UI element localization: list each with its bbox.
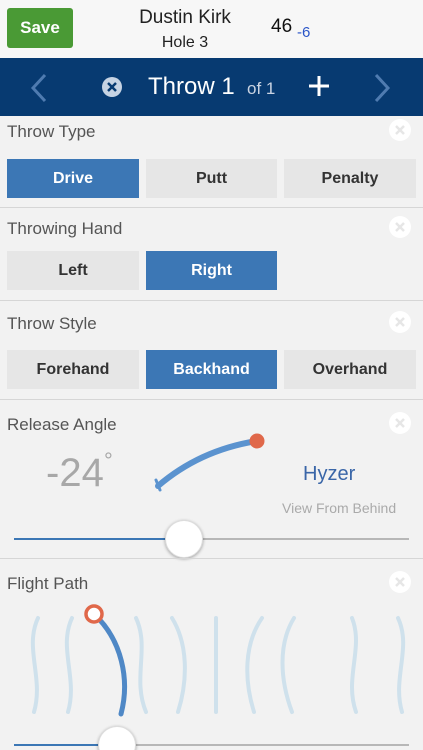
view-note: View From Behind <box>282 500 397 516</box>
release-angle-value: -24 <box>46 451 104 495</box>
throw-nav-bar: Throw 1 of 1 <box>0 58 423 116</box>
divider <box>0 399 423 400</box>
throw-title: Throw 1 <box>148 73 235 100</box>
chevron-right-icon[interactable] <box>367 68 397 108</box>
clear-icon[interactable] <box>388 215 412 239</box>
release-description: Hyzer <box>303 463 356 485</box>
clear-icon[interactable] <box>388 118 412 142</box>
flight-path-slider-track[interactable] <box>116 744 409 746</box>
hole-label: Hole 3 <box>161 34 209 51</box>
add-throw-icon[interactable] <box>305 72 333 100</box>
throw-style-backhand[interactable]: Backhand <box>146 350 277 389</box>
divider <box>0 300 423 301</box>
throw-count: of 1 <box>247 79 276 98</box>
release-angle-slider-fill <box>14 538 184 540</box>
save-button[interactable]: Save <box>7 8 73 48</box>
release-angle-slider-thumb[interactable] <box>164 520 203 558</box>
player-name: Dustin Kirk <box>139 7 231 28</box>
throwing-hand-label: Throwing Hand <box>7 219 123 238</box>
disc-angle-icon <box>154 433 265 492</box>
divider <box>0 558 423 559</box>
release-angle-slider-track[interactable] <box>183 538 409 540</box>
divider <box>0 207 423 208</box>
throw-style-forehand[interactable]: Forehand <box>7 350 139 389</box>
release-angle-label: Release Angle <box>7 415 117 434</box>
flight-path-chart[interactable] <box>0 600 423 718</box>
score: 46 <box>271 16 293 37</box>
clear-icon[interactable] <box>388 411 412 435</box>
flight-path-slider-thumb[interactable] <box>97 726 136 750</box>
score-relative: -6 <box>297 24 311 41</box>
throw-type-drive[interactable]: Drive <box>7 159 139 198</box>
degree-symbol: ° <box>104 448 113 473</box>
chevron-left-icon[interactable] <box>24 68 54 108</box>
clear-icon[interactable] <box>388 570 412 594</box>
throw-style-overhand[interactable]: Overhand <box>284 350 416 389</box>
throw-type-label: Throw Type <box>7 122 96 141</box>
delete-throw-icon[interactable] <box>101 76 123 98</box>
throwing-hand-left[interactable]: Left <box>7 251 139 290</box>
throw-type-penalty[interactable]: Penalty <box>284 159 416 198</box>
clear-icon[interactable] <box>388 310 412 334</box>
top-bar: Save Dustin Kirk Hole 3 46 -6 <box>0 0 423 58</box>
throw-style-label: Throw Style <box>7 314 97 333</box>
throwing-hand-right[interactable]: Right <box>146 251 277 290</box>
throw-type-putt[interactable]: Putt <box>146 159 277 198</box>
flight-path-label: Flight Path <box>7 574 89 593</box>
